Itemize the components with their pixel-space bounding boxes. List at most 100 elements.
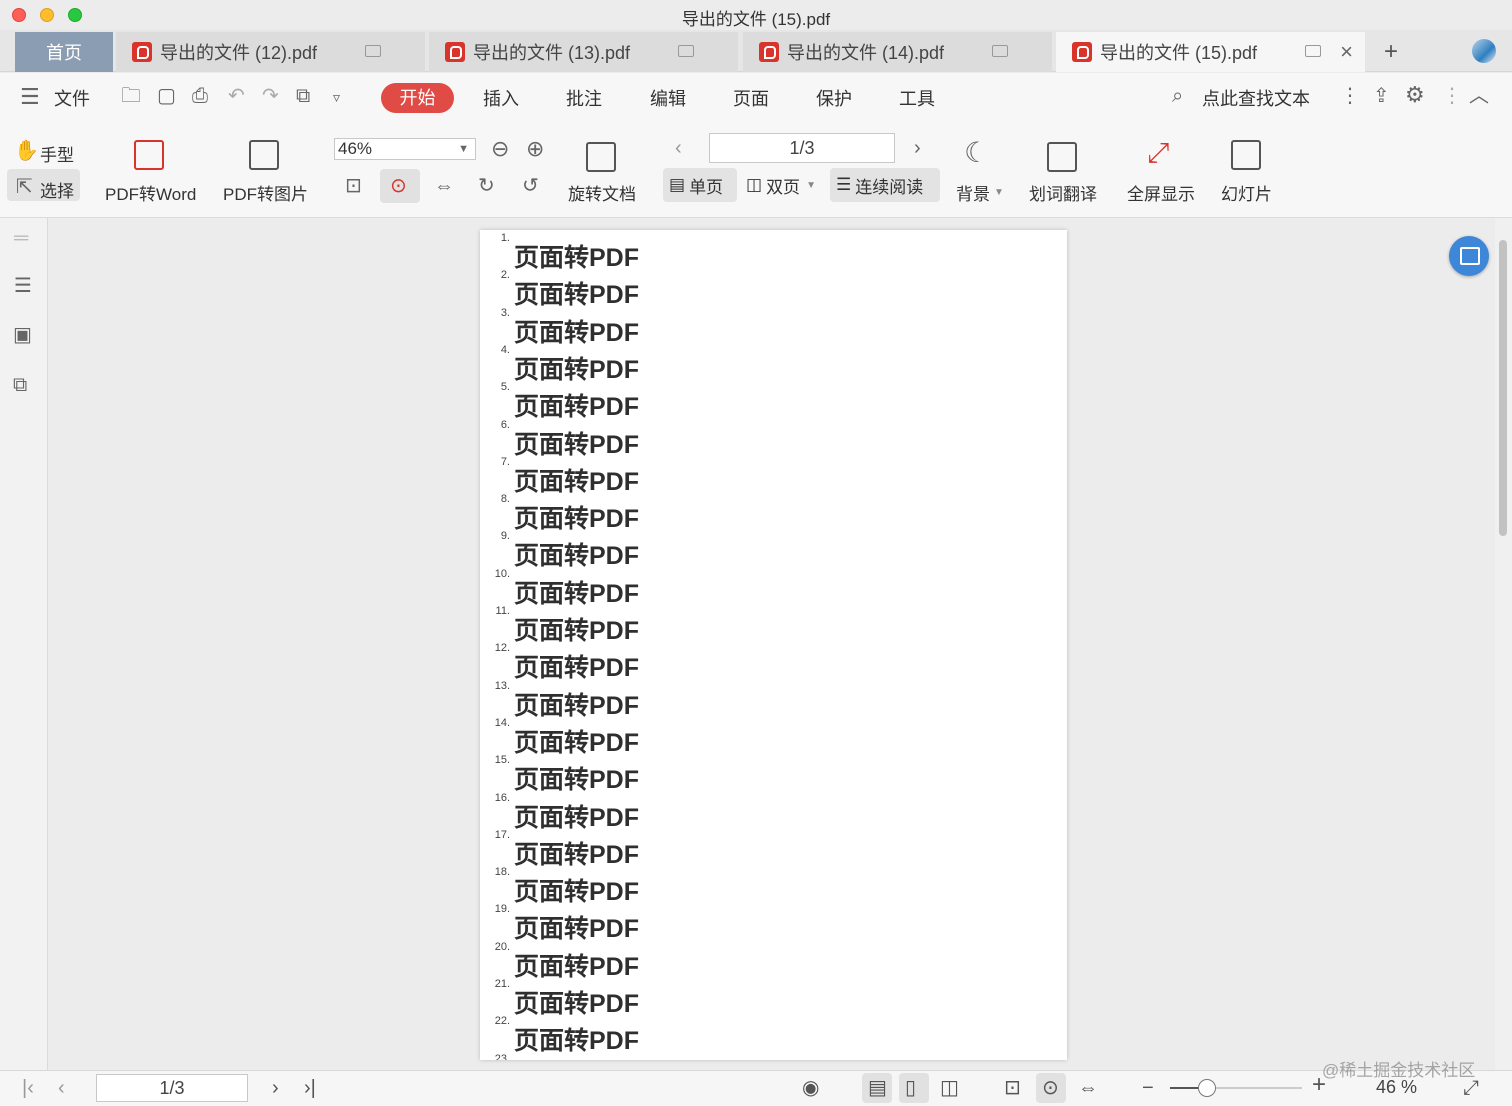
line-number: 7. xyxy=(500,455,510,468)
fullscreen-icon[interactable]: ⤢ xyxy=(1147,139,1169,167)
first-page-icon[interactable]: |‹ xyxy=(22,1077,34,1099)
slideshow-button[interactable]: 幻灯片 xyxy=(1221,180,1272,205)
zoom-in-icon[interactable]: ⊕ xyxy=(526,138,544,160)
search-icon[interactable]: ⌕ xyxy=(1172,86,1183,106)
monitor-icon[interactable] xyxy=(678,45,694,57)
collapse-ribbon-icon[interactable]: ︿ xyxy=(1469,86,1489,106)
avatar[interactable] xyxy=(1472,39,1496,63)
next-page-icon[interactable]: › xyxy=(914,138,921,158)
menu-page[interactable]: 页面 xyxy=(733,85,769,111)
fullscreen-button[interactable]: 全屏显示 xyxy=(1127,180,1195,205)
add-tab-button[interactable]: + xyxy=(1384,38,1398,66)
fit-width-icon[interactable]: ⇔ xyxy=(1078,1077,1098,1099)
redo-icon[interactable]: ↷ xyxy=(262,86,279,106)
menu-edit[interactable]: 编辑 xyxy=(650,85,686,111)
tab-file-13[interactable]: 导出的文件 (13).pdf xyxy=(429,32,738,72)
previous-page-icon[interactable]: ‹ xyxy=(58,1077,65,1099)
last-page-icon[interactable]: ›| xyxy=(304,1077,316,1099)
pdf-to-image-icon[interactable] xyxy=(249,140,279,170)
outline-icon[interactable]: ☰ xyxy=(14,276,32,296)
menu-protect[interactable]: 保护 xyxy=(816,85,852,111)
document-line: 4. 页面转PDF xyxy=(480,344,1067,384)
document-line: 7. 页面转PDF xyxy=(480,455,1067,496)
monitor-icon[interactable] xyxy=(365,45,381,57)
translate-button[interactable]: 划词翻译 xyxy=(1029,180,1097,205)
continuous-reading-button[interactable]: ☰ 连续阅读 xyxy=(830,168,940,202)
more-vertical-icon[interactable]: ⋮ xyxy=(1340,86,1360,106)
line-number: 5. xyxy=(500,381,510,394)
convert-icon[interactable]: ⧉ xyxy=(296,86,310,106)
gear-icon[interactable]: ⚙ xyxy=(1405,84,1425,106)
document-line: 12. 页面转PDF xyxy=(480,642,1067,682)
page-number-input[interactable]: 1/3 xyxy=(709,133,895,163)
thumbnail-icon[interactable]: ▣ xyxy=(13,325,32,345)
translate-icon[interactable] xyxy=(1047,142,1077,172)
print-icon[interactable]: ⎙ xyxy=(192,86,208,106)
slideshow-icon[interactable] xyxy=(1231,140,1261,170)
rotate-document-button[interactable]: 旋转文档 xyxy=(568,180,636,205)
drag-handle-icon[interactable]: ═ xyxy=(14,228,28,248)
single-page-button[interactable]: ▤ 单页 xyxy=(663,168,737,202)
actual-size-icon[interactable]: ⊡ xyxy=(1004,1077,1021,1099)
pdf-file-icon xyxy=(445,42,465,62)
zoom-out-icon[interactable]: ⊖ xyxy=(491,138,509,160)
zoom-slider[interactable] xyxy=(1170,1079,1302,1097)
pdf-to-word-icon[interactable] xyxy=(134,140,164,170)
scroll-thumb[interactable] xyxy=(1499,240,1507,536)
save-icon[interactable]: ▢ xyxy=(157,86,176,106)
moon-icon[interactable]: ☾ xyxy=(964,139,989,167)
document-line: 3. 页面转PDF xyxy=(480,307,1067,347)
annotation-list-icon[interactable]: ⧉ xyxy=(13,375,27,395)
pdf-page[interactable]: 1. 页面转PDF 2. 页面转PDF 3. 页面转PDF 4. 页面转PDF 5. 页面转PDF… xyxy=(480,230,1067,1060)
open-folder-icon[interactable]: 🗀 xyxy=(121,86,141,106)
hand-tool-button[interactable]: 手型 xyxy=(40,141,74,166)
eye-icon[interactable]: ◉ xyxy=(802,1077,819,1099)
tab-file-15[interactable]: 导出的文件 (15).pdf × xyxy=(1056,32,1365,72)
pdf-to-word-button[interactable]: PDF转Word xyxy=(105,180,196,205)
search-text-button[interactable]: 点此查找文本 xyxy=(1202,85,1310,111)
next-page-icon[interactable]: › xyxy=(272,1077,279,1099)
close-tab-icon[interactable]: × xyxy=(1340,39,1353,65)
double-view-icon[interactable]: ◫ xyxy=(940,1077,959,1099)
zoom-slider-knob[interactable] xyxy=(1197,1079,1216,1097)
pdf-to-image-button[interactable]: PDF转图片 xyxy=(223,180,308,205)
line-number: 23. xyxy=(494,1052,510,1060)
undo-icon[interactable]: ↶ xyxy=(228,86,245,106)
hamburger-menu-icon[interactable]: ☰ xyxy=(20,86,40,108)
line-number: 17. xyxy=(494,828,510,841)
more-vertical-icon[interactable]: ⋮ xyxy=(1442,86,1462,106)
vertical-scrollbar[interactable] xyxy=(1495,218,1512,1070)
double-page-button[interactable]: ◫ 双页 ▼ xyxy=(740,168,826,202)
menu-annotate[interactable]: 批注 xyxy=(566,85,602,111)
chevron-down-icon: ▼ xyxy=(458,143,469,155)
monitor-icon[interactable] xyxy=(992,45,1008,57)
menu-file[interactable]: 文件 xyxy=(54,85,90,111)
zoom-out-icon[interactable]: − xyxy=(1142,1077,1154,1099)
tab-file-12[interactable]: 导出的文件 (12).pdf xyxy=(116,32,425,72)
continuous-reading-label: 连续阅读 xyxy=(855,177,924,197)
fit-width-icon[interactable]: ⇔ xyxy=(434,176,454,196)
rotate-right-icon[interactable]: ↻ xyxy=(478,176,495,196)
actual-size-icon[interactable]: ⊡ xyxy=(345,176,362,196)
menu-tools[interactable]: 工具 xyxy=(899,85,935,111)
document-line: 13. 页面转PDF xyxy=(480,680,1067,720)
monitor-icon[interactable] xyxy=(1305,45,1321,57)
floating-convert-button[interactable] xyxy=(1449,236,1489,276)
background-button[interactable]: 背景 xyxy=(956,180,990,205)
menu-start[interactable]: 开始 xyxy=(381,83,454,113)
rotate-left-icon[interactable]: ↺ xyxy=(522,176,539,196)
zoom-select[interactable]: 46% ▼ xyxy=(334,138,476,160)
tab-home[interactable]: 首页 xyxy=(15,32,113,72)
document-line: 14. 页面转PDF xyxy=(480,717,1067,757)
previous-page-icon[interactable]: ‹ xyxy=(675,138,682,158)
single-view-icon: ▯ xyxy=(905,1077,917,1099)
line-number: 12. xyxy=(494,642,510,655)
menu-insert[interactable]: 插入 xyxy=(483,85,519,111)
status-page-input[interactable]: 1/3 xyxy=(96,1074,248,1102)
share-icon[interactable]: ⇪ xyxy=(1373,86,1390,106)
document-canvas[interactable]: 1. 页面转PDF 2. 页面转PDF 3. 页面转PDF 4. 页面转PDF 5. 页面转PDF… xyxy=(49,218,1495,1070)
fit-page-icon: ⊙ xyxy=(390,175,407,197)
tab-file-14[interactable]: 导出的文件 (14).pdf xyxy=(743,32,1052,72)
rotate-document-icon[interactable] xyxy=(586,142,616,172)
more-dropdown-icon[interactable]: ▿ xyxy=(333,87,340,107)
